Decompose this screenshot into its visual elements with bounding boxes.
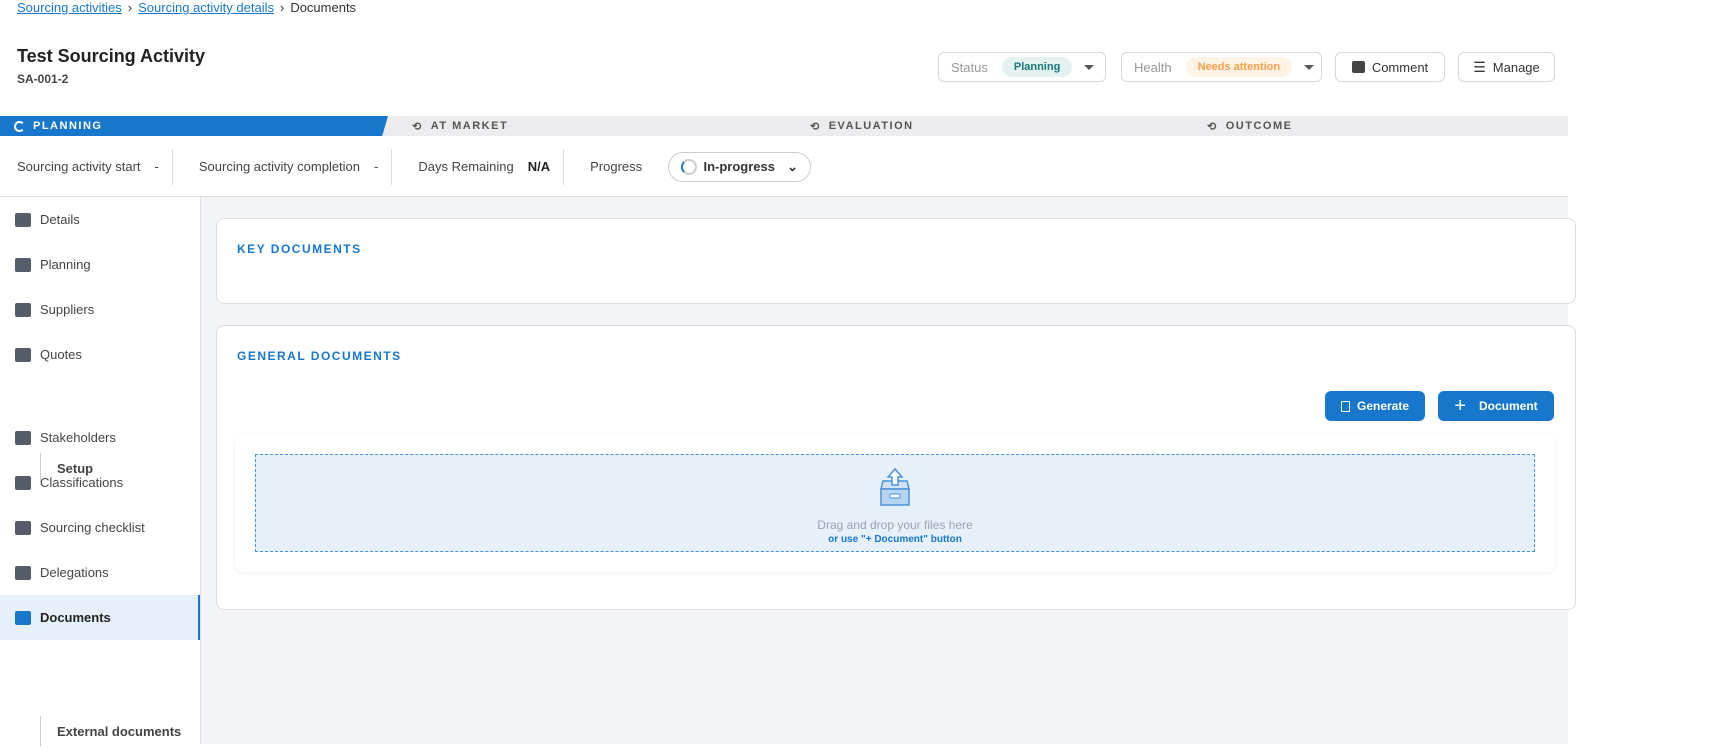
days-label: Days Remaining [418,159,514,174]
comment-button[interactable]: Comment [1335,52,1445,82]
checklist-icon [15,520,31,535]
sidebar-item-label: Suppliers [40,302,95,317]
page-title: Test Sourcing Activity [17,46,206,66]
status-dropdown[interactable]: Status Planning [938,52,1106,82]
activity-id: SA-001-2 [17,72,69,86]
sidebar-item-details[interactable]: Details [0,197,200,242]
file-dropzone[interactable]: Drag and drop your files here or use "+ … [255,454,1535,552]
start-field: Sourcing activity start - [0,148,173,185]
health-label: Health [1134,59,1172,75]
clipboard-user-icon [15,565,31,580]
quote-document-icon [15,347,31,362]
document-icon [15,610,31,625]
breadcrumb-current: Documents [290,0,357,15]
generate-label: Generate [1356,399,1410,413]
menu-icon: ☰ [1473,58,1486,75]
stage-outcome[interactable]: ⟲ OUTCOME [1207,116,1292,136]
stage-evaluation[interactable]: ⟲ EVALUATION [810,116,914,136]
upload-box-icon [880,467,910,506]
chevron-right-icon: › [127,0,133,15]
start-value: - [154,159,159,174]
completion-label: Sourcing activity completion [198,159,361,174]
main-content: KEY DOCUMENTS GENERAL DOCUMENTS Generate… [201,197,1576,744]
history-icon: ⟲ [810,120,821,133]
sidebar-item-suppliers[interactable]: Suppliers [0,287,200,332]
general-documents-title: GENERAL DOCUMENTS [237,349,402,363]
breadcrumb-link-details[interactable]: Sourcing activity details [138,0,274,15]
history-icon: ⟲ [412,120,423,133]
progress-dropdown[interactable]: In-progress ⌄ [668,151,812,182]
planning-icon [15,257,31,272]
sidebar-item-setup[interactable]: Setup [17,449,217,487]
activity-info-bar: Sourcing activity start - Sourcing activi… [0,137,1568,197]
status-label: Status [951,59,988,75]
health-dropdown[interactable]: Health Needs attention [1121,52,1322,82]
add-document-button[interactable]: + Document [1438,391,1554,421]
sidebar-item-label: Details [40,212,80,227]
breadcrumb: Sourcing activities › Sourcing activity d… [17,0,356,15]
sidebar-item-label: Documents [40,610,111,625]
progress-field: Progress In-progress ⌄ [564,151,812,182]
health-badge: Needs attention [1185,57,1293,77]
chevron-down-icon: ⌄ [786,158,798,174]
history-icon: ⟲ [1207,120,1218,133]
caret-down-icon [1304,64,1315,70]
details-icon [15,212,31,227]
document-label: Document [1479,399,1538,413]
caret-down-icon [1084,64,1095,70]
sidebar-item-delegations[interactable]: Delegations [0,550,200,595]
plus-icon: + [1454,394,1466,417]
comment-icon [1351,61,1365,73]
sidebar-item-external-documents[interactable]: External documents [17,712,217,750]
start-label: Sourcing activity start [17,159,141,174]
generate-button[interactable]: Generate [1325,391,1425,421]
spinner-icon [14,120,25,132]
stage-label: PLANNING [33,120,103,132]
days-value: N/A [527,159,551,174]
sidebar-item-label: Delegations [40,565,109,580]
sidebar: Details Planning Suppliers Quotes Setup … [0,197,201,746]
status-badge: Planning [1001,57,1073,77]
completion-value: - [374,159,379,174]
key-documents-title: KEY DOCUMENTS [237,242,362,256]
general-documents-card: GENERAL DOCUMENTS Generate + Document Dra… [216,325,1576,610]
progress-value: In-progress [703,159,775,174]
sidebar-item-label: Quotes [40,347,82,362]
progress-label: Progress [590,159,643,174]
chevron-right-icon: › [279,0,285,15]
spinner-icon [681,158,698,175]
manage-button[interactable]: ☰ Manage [1458,52,1555,82]
drop-hint: or use "+ Document" button [828,534,962,545]
sidebar-item-quotes[interactable]: Quotes [0,332,200,377]
drop-text: Drag and drop your files here [817,518,973,532]
stage-label: OUTCOME [1225,120,1293,132]
sidebar-item-label: External documents [57,723,182,739]
upload-panel: Drag and drop your files here or use "+ … [235,434,1555,572]
stage-label: EVALUATION [828,120,914,132]
store-icon [15,302,31,317]
people-icon [15,430,31,445]
stage-bar: PLANNING ⟲ AT MARKET ⟲ EVALUATION ⟲ OUTCOME [0,116,1568,136]
stage-label: AT MARKET [430,120,509,132]
manage-label: Manage [1492,59,1540,75]
sidebar-item-label: Setup [57,460,94,476]
sidebar-item-planning[interactable]: Planning [0,242,200,287]
generate-document-icon [1340,400,1350,412]
sidebar-item-documents[interactable]: Documents [0,595,200,640]
stage-planning[interactable]: PLANNING [0,116,388,136]
key-documents-card: KEY DOCUMENTS [216,218,1576,304]
sidebar-item-label: Sourcing checklist [40,520,145,535]
comment-label: Comment [1371,59,1429,75]
stage-at-market[interactable]: ⟲ AT MARKET [412,116,508,136]
days-remaining-field: Days Remaining N/A [392,148,565,185]
sidebar-item-sourcing-checklist[interactable]: Sourcing checklist [0,505,200,550]
sidebar-item-label: Planning [40,257,91,272]
sidebar-item-label: Stakeholders [40,430,116,445]
breadcrumb-link-sourcing-activities[interactable]: Sourcing activities [17,0,122,15]
completion-field: Sourcing activity completion - [173,148,393,185]
